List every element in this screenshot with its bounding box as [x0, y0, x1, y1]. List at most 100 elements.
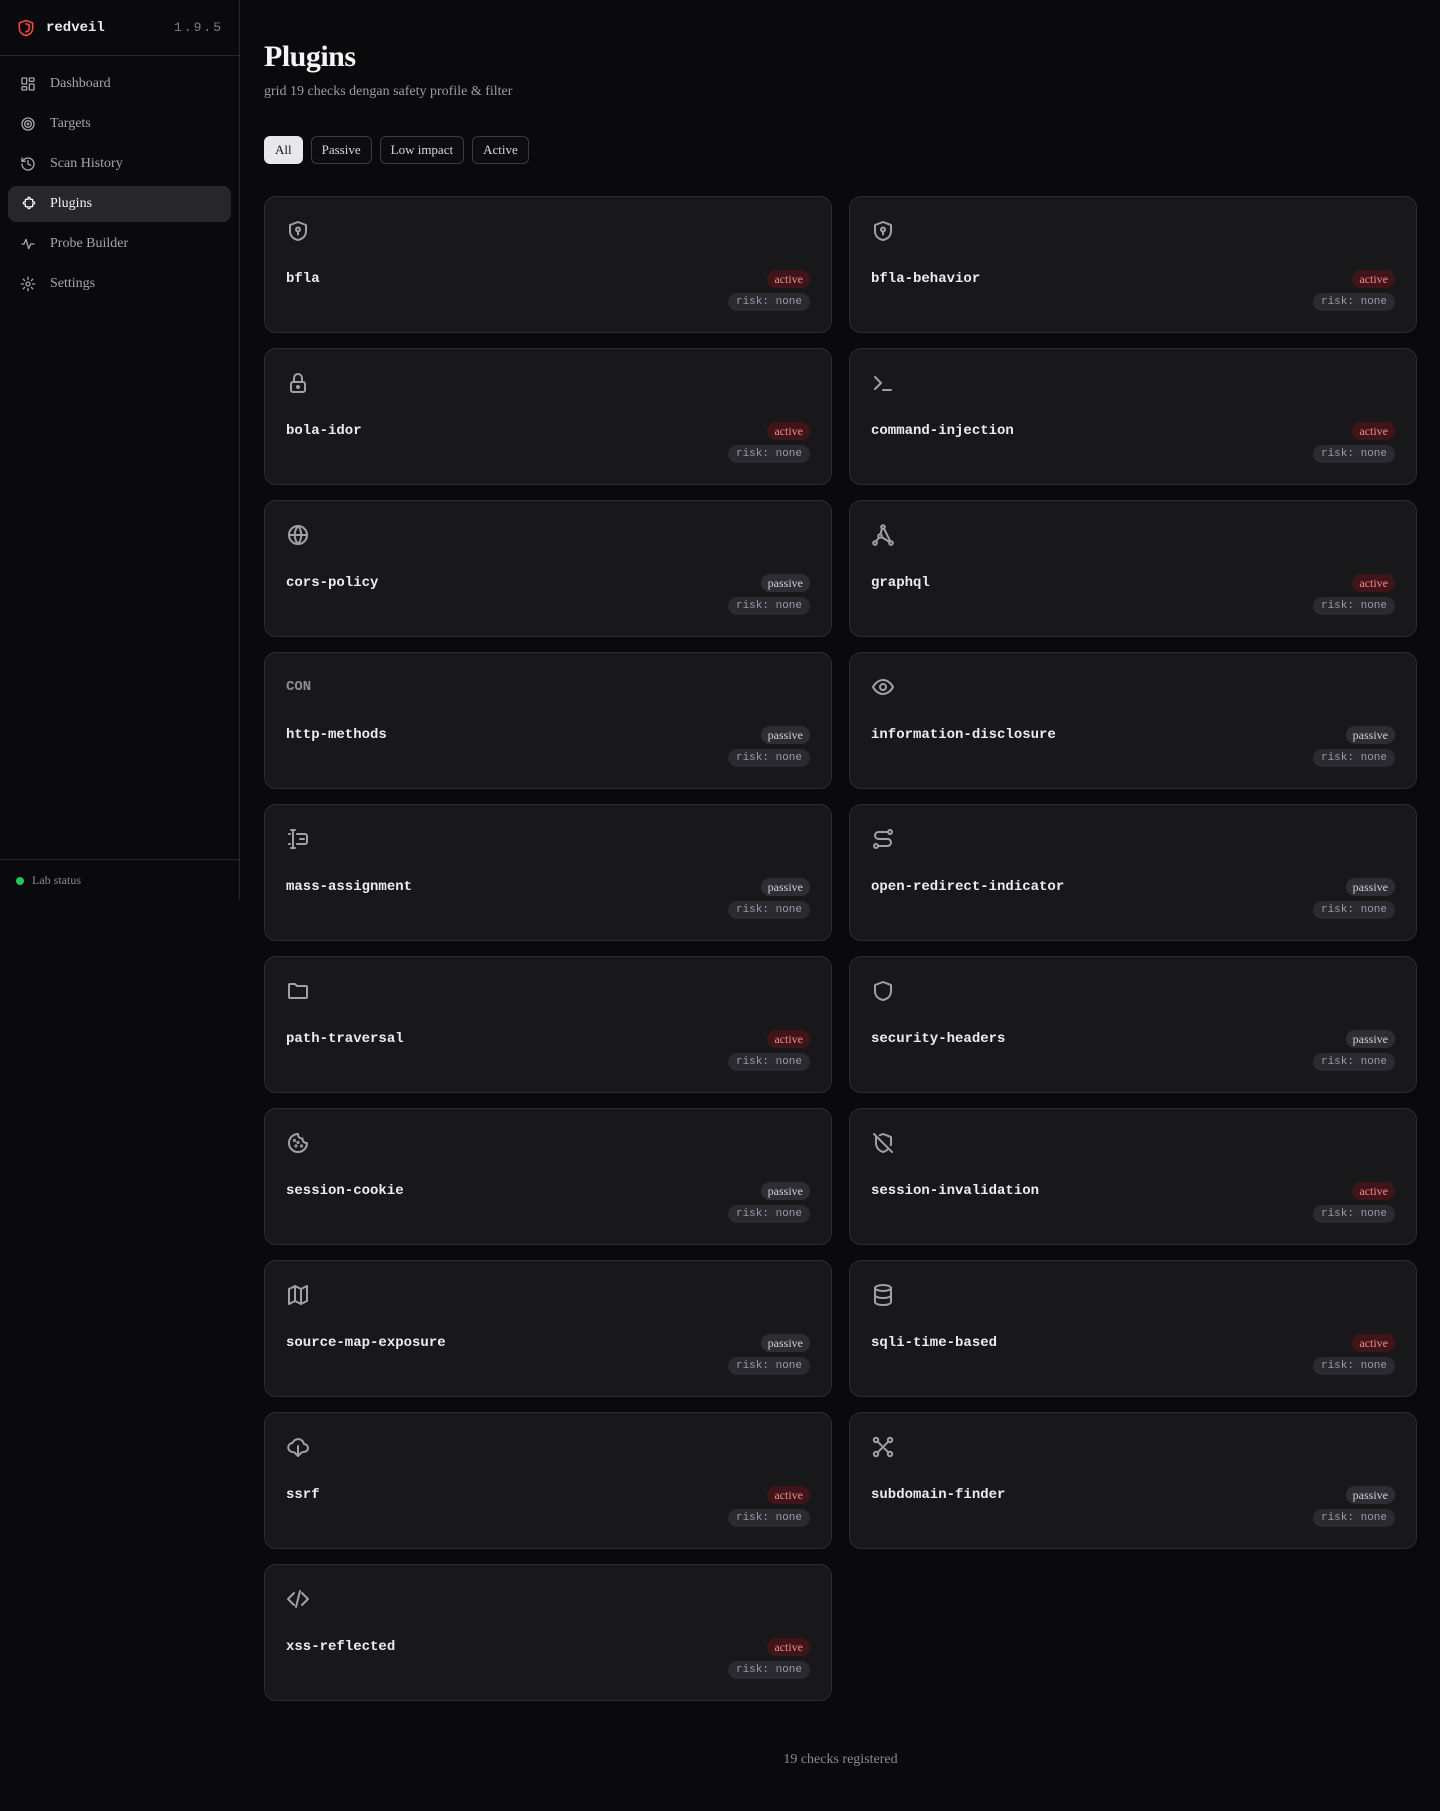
plugin-card[interactable]: source-map-exposure passive risk: none	[264, 1260, 832, 1397]
sidebar-nav: Dashboard Targets Scan History Plugins P…	[0, 56, 239, 316]
target-icon	[21, 117, 35, 131]
mode-badge: active	[767, 1030, 810, 1048]
cookie-icon	[286, 1131, 310, 1155]
filter-all-button[interactable]: All	[264, 136, 303, 164]
sidebar-item-targets[interactable]: Targets	[8, 106, 231, 142]
filter-low-impact-button[interactable]: Low impact	[379, 136, 465, 164]
risk-badge: risk: none	[1312, 901, 1395, 919]
sidebar-item-label: Dashboard	[50, 76, 111, 91]
graph-nodes-icon	[871, 523, 895, 547]
risk-badge: risk: none	[727, 293, 810, 311]
globe-icon	[286, 523, 310, 547]
con-text-icon: CON	[286, 675, 312, 699]
plugin-card[interactable]: subdomain-finder passive risk: none	[849, 1412, 1417, 1549]
plugin-name: session-cookie	[286, 1183, 404, 1199]
page-title: Plugins	[264, 40, 356, 73]
plugin-card[interactable]: command-injection active risk: none	[849, 348, 1417, 485]
plugin-card[interactable]: session-invalidation active risk: none	[849, 1108, 1417, 1245]
sidebar-item-probe-builder[interactable]: Probe Builder	[8, 226, 231, 262]
mode-badge: active	[767, 270, 810, 288]
shield-key-icon	[871, 219, 895, 243]
text-cursor-input-icon	[286, 827, 310, 851]
sidebar-item-scan-history[interactable]: Scan History	[8, 146, 231, 182]
plugin-name: sqli-time-based	[871, 1335, 998, 1351]
mode-badge: active	[1352, 1182, 1395, 1200]
mode-badge: passive	[760, 574, 810, 592]
plugin-name: cors-policy	[286, 575, 379, 591]
plugin-card[interactable]: bola-idor active risk: none	[264, 348, 832, 485]
plugin-card[interactable]: sqli-time-based active risk: none	[849, 1260, 1417, 1397]
plugin-card[interactable]: CON http-methods passive risk: none	[264, 652, 832, 789]
status-dot-icon	[16, 876, 24, 885]
plugin-name: source-map-exposure	[286, 1335, 446, 1351]
risk-badge: risk: none	[1312, 749, 1395, 767]
shield-icon	[871, 979, 895, 1003]
mode-badge: passive	[1345, 878, 1395, 896]
plugin-card[interactable]: open-redirect-indicator passive risk: no…	[849, 804, 1417, 941]
mode-badge: passive	[760, 726, 810, 744]
database-icon	[871, 1283, 895, 1307]
plugin-card[interactable]: graphql active risk: none	[849, 500, 1417, 637]
mode-badge: passive	[1345, 1030, 1395, 1048]
pulse-icon	[21, 238, 35, 250]
risk-badge: risk: none	[1312, 445, 1395, 463]
plugin-name: graphql	[871, 575, 930, 591]
brand-name: redveil	[46, 19, 105, 36]
plugin-name: session-invalidation	[871, 1183, 1040, 1199]
risk-badge: risk: none	[1312, 293, 1395, 311]
plugin-name: ssrf	[286, 1487, 320, 1503]
redveil-logo-icon	[18, 19, 34, 36]
brand-header: redveil 1.9.5	[0, 0, 239, 56]
sidebar: redveil 1.9.5 Dashboard Targets Scan His…	[0, 0, 240, 900]
filter-bar: All Passive Low impact Active	[264, 136, 529, 164]
sidebar-item-settings[interactable]: Settings	[8, 266, 231, 302]
plugin-card[interactable]: information-disclosure passive risk: non…	[849, 652, 1417, 789]
plugin-card[interactable]: bfla active risk: none	[264, 196, 832, 333]
plugin-card[interactable]: security-headers passive risk: none	[849, 956, 1417, 1093]
mode-badge: active	[767, 1486, 810, 1504]
plugin-name: security-headers	[871, 1031, 1006, 1047]
sidebar-item-label: Settings	[50, 276, 96, 291]
plugin-card[interactable]: ssrf active risk: none	[264, 1412, 832, 1549]
folder-icon	[286, 979, 310, 1003]
plugin-name: bfla	[286, 271, 320, 287]
plugin-card[interactable]: cors-policy passive risk: none	[264, 500, 832, 637]
plugin-card[interactable]: path-traversal active risk: none	[264, 956, 832, 1093]
plugin-name: xss-reflected	[286, 1639, 396, 1655]
cloud-download-icon	[286, 1435, 310, 1459]
lab-status-label: Lab status	[32, 873, 81, 887]
risk-badge: risk: none	[727, 749, 810, 767]
filter-passive-button[interactable]: Passive	[310, 136, 372, 164]
filter-active-button[interactable]: Active	[472, 136, 529, 164]
risk-badge: risk: none	[727, 1661, 810, 1679]
icon-text: CON	[286, 679, 312, 695]
puzzle-icon	[22, 196, 36, 210]
plugin-card[interactable]: bfla-behavior active risk: none	[849, 196, 1417, 333]
mode-badge: passive	[1345, 1486, 1395, 1504]
lab-status[interactable]: Lab status	[0, 859, 239, 901]
mode-badge: active	[1352, 1334, 1395, 1352]
plugin-grid: bfla active risk: none bfla-behavior act…	[264, 196, 1417, 1701]
brand-version: 1.9.5	[173, 20, 223, 35]
plugin-name: http-methods	[286, 727, 387, 743]
risk-badge: risk: none	[727, 1357, 810, 1375]
sidebar-item-dashboard[interactable]: Dashboard	[8, 66, 231, 102]
plugin-card[interactable]: xss-reflected active risk: none	[264, 1564, 832, 1701]
plugin-name: path-traversal	[286, 1031, 404, 1047]
mode-badge: passive	[760, 878, 810, 896]
plugin-card[interactable]: session-cookie passive risk: none	[264, 1108, 832, 1245]
risk-badge: risk: none	[727, 1509, 810, 1527]
network-icon	[871, 1435, 895, 1459]
mode-badge: passive	[760, 1334, 810, 1352]
plugin-card[interactable]: mass-assignment passive risk: none	[264, 804, 832, 941]
plugin-name: information-disclosure	[871, 727, 1056, 743]
sidebar-item-plugins[interactable]: Plugins	[8, 186, 231, 222]
risk-badge: risk: none	[1312, 1053, 1395, 1071]
plugin-name: bfla-behavior	[871, 271, 981, 287]
plugin-name: mass-assignment	[286, 879, 413, 895]
gear-icon	[20, 276, 36, 292]
code-icon	[286, 1587, 310, 1611]
shield-key-icon	[286, 219, 310, 243]
plugin-name: subdomain-finder	[871, 1487, 1006, 1503]
mode-badge: active	[1352, 574, 1395, 592]
